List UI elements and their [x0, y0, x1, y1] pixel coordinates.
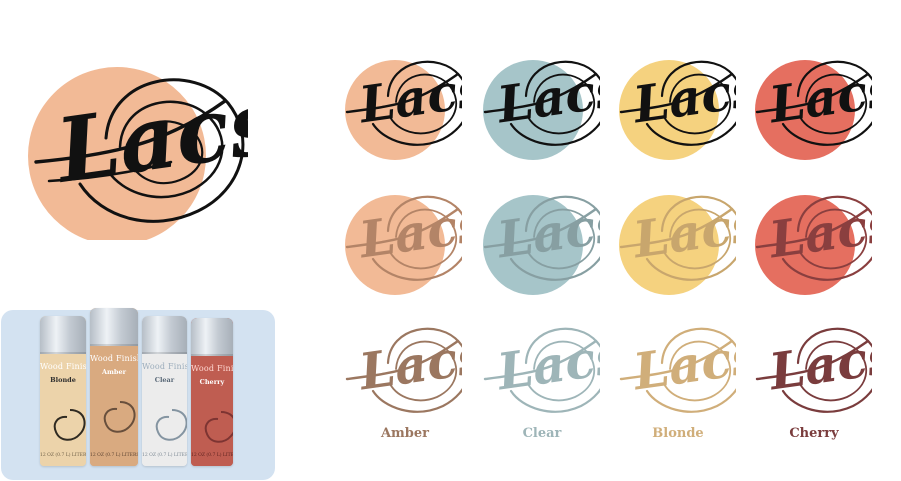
can-fine-print: 12 OZ (0.7 L) LITERS — [191, 453, 233, 458]
swatch-clear-row2: Lacs — [480, 173, 627, 295]
can-cap — [142, 316, 187, 354]
swatch-wordmark: Lacs — [492, 325, 600, 401]
swirl-icon — [155, 409, 187, 441]
swatch-cherry-row2: Lacs — [752, 173, 899, 295]
color-label-blonde: Blonde — [652, 426, 704, 441]
swatch-blonde-row3: Lacs — [616, 305, 763, 427]
swatch-amber-row3: Lacs — [342, 305, 489, 427]
can-product-name: Cherry — [199, 378, 225, 386]
color-label-cherry: Cherry — [789, 426, 839, 441]
can-product-name: Clear — [154, 376, 175, 384]
can-body: Wood Finish Cherry 12 OZ (0.7 L) LITERS — [191, 356, 233, 466]
can-body: Wood Finish Blonde 12 OZ (0.7 L) LITERS — [40, 354, 86, 466]
can-product-name: Blonde — [50, 376, 76, 384]
swatch-clear-row1: Lacs — [480, 38, 627, 160]
can-wood-finish-label: Wood Finish — [90, 354, 138, 363]
swatch-cherry-row1: Lacs — [752, 38, 899, 160]
can-product-name: Amber — [101, 368, 127, 376]
swirl-icon — [204, 411, 233, 443]
swatch-amber-row1: Lacs — [342, 38, 489, 160]
swatch-wordmark: Lacs — [764, 325, 872, 401]
can-body: Wood Finish Clear 12 OZ (0.7 L) LITERS — [142, 354, 187, 466]
swatch-clear-row3: Lacs — [480, 305, 627, 427]
color-label-amber: Amber — [380, 426, 430, 441]
can-wood-finish-label: Wood Finish — [142, 362, 187, 371]
product-can-blonde: Wood Finish Blonde 12 OZ (0.7 L) LITERS — [40, 316, 86, 466]
swirl-icon — [53, 409, 86, 441]
main-logo: Lacs — [28, 35, 285, 245]
product-can-clear: Wood Finish Clear 12 OZ (0.7 L) LITERS — [142, 316, 187, 466]
swatch-wordmark: Lacs — [628, 325, 736, 401]
swatch-wordmark: Lacs — [354, 325, 462, 401]
can-wood-finish-label: Wood Finish — [40, 362, 86, 371]
can-fine-print: 12 OZ (0.7 L) LITERS — [90, 453, 138, 458]
swatch-cherry-row3: Lacs — [752, 305, 899, 427]
can-cap — [40, 316, 86, 354]
product-mockup-panel: Wood Finish Blonde 12 OZ (0.7 L) LITERS … — [1, 308, 275, 480]
can-cap — [191, 318, 233, 356]
can-fine-print: 12 OZ (0.7 L) LITERS — [40, 453, 86, 458]
swatch-blonde-row2: Lacs — [616, 173, 763, 295]
can-body: Wood Finish Amber 12 OZ (0.7 L) LITERS — [90, 346, 138, 466]
swirl-icon — [103, 401, 136, 433]
product-can-cherry: Wood Finish Cherry 12 OZ (0.7 L) LITERS — [191, 318, 233, 466]
swatch-blonde-row1: Lacs — [616, 38, 763, 160]
can-wood-finish-label: Wood Finish — [191, 364, 233, 373]
can-cap — [90, 308, 138, 346]
can-fine-print: 12 OZ (0.7 L) LITERS — [142, 453, 187, 458]
swatch-amber-row2: Lacs — [342, 173, 489, 295]
product-can-amber: Wood Finish Amber 12 OZ (0.7 L) LITERS — [90, 308, 138, 466]
color-label-clear: Clear — [522, 426, 562, 441]
